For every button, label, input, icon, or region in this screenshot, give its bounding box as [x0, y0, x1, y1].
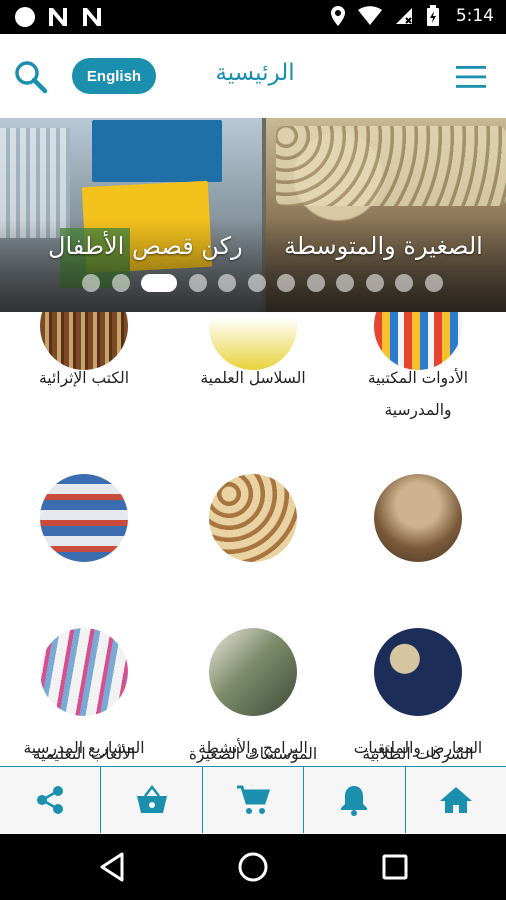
status-bar: 5:14 — [0, 0, 506, 34]
back-triangle-icon — [100, 852, 124, 882]
category-item-school-projects[interactable]: المشاريع المدرسية — [0, 628, 168, 766]
carousel-dot[interactable] — [218, 274, 236, 292]
page-title: الرئيسية — [215, 60, 295, 86]
category-thumbnail — [374, 474, 462, 562]
no-sim-icon — [395, 8, 412, 24]
category-thumbnail — [40, 628, 128, 716]
system-back-button[interactable] — [96, 850, 130, 884]
n-notification-icon — [49, 8, 67, 26]
category-item-student-companies[interactable]: الشركات الطلابية — [334, 474, 502, 763]
category-label: المعارض والملتقيات — [353, 739, 483, 757]
carousel-caption: ركن قصص الأطفال — [48, 232, 243, 260]
category-item-enrichment-books[interactable]: الكتب الإثرائية — [0, 312, 168, 422]
category-label: الكتب الإثرائية — [38, 369, 130, 387]
wifi-icon — [357, 6, 382, 25]
search-icon — [15, 61, 48, 94]
carousel-dot[interactable] — [306, 274, 325, 292]
carousel-dot[interactable] — [336, 274, 354, 292]
category-thumbnail — [209, 628, 297, 716]
category-item-science-series[interactable]: السلاسل العلمية — [169, 312, 337, 422]
status-time: 5:14 — [455, 6, 494, 26]
cart-button[interactable] — [203, 767, 305, 833]
banner-carousel[interactable]: ركن قصص الأطفال الصغيرة والمتوسطة — [0, 118, 506, 312]
system-navigation-bar — [0, 834, 506, 900]
category-thumbnail — [40, 474, 128, 562]
category-label: السلاسل العلمية — [200, 369, 306, 387]
slide-image-book — [92, 120, 222, 182]
recents-square-icon — [382, 854, 408, 880]
battery-charging-icon — [426, 5, 439, 26]
bottom-navigation — [0, 766, 506, 834]
category-thumbnail — [209, 474, 297, 562]
carousel-dot[interactable] — [188, 274, 207, 292]
category-item-programs-activities[interactable]: البرامج والأنشطة — [169, 628, 337, 766]
bell-icon — [341, 786, 368, 816]
carousel-dot[interactable] — [277, 274, 295, 292]
carousel-dot[interactable] — [141, 274, 177, 292]
language-toggle-button[interactable]: English — [72, 58, 156, 94]
carousel-pagination — [82, 273, 454, 293]
share-icon — [37, 786, 64, 814]
carousel-caption: الصغيرة والمتوسطة — [284, 232, 483, 260]
carousel-dot[interactable] — [395, 274, 413, 292]
category-label: البرامج والأنشطة — [198, 739, 308, 757]
home-icon — [439, 787, 472, 813]
category-label: المشاريع المدرسية — [23, 739, 145, 757]
category-item-exhibitions[interactable]: المعارض والملتقيات — [334, 628, 502, 766]
category-item-small-enterprises[interactable]: المؤسسات الصغيرة — [169, 474, 337, 763]
circle-notification-icon — [15, 7, 35, 27]
share-button[interactable] — [0, 767, 102, 833]
cart-icon — [237, 785, 271, 814]
carousel-dot[interactable] — [111, 274, 130, 292]
carousel-dot[interactable] — [247, 274, 266, 292]
notifications-button[interactable] — [304, 767, 406, 833]
basket-icon — [136, 784, 167, 813]
location-icon — [330, 6, 345, 26]
category-grid: الأدوات المكتبية والمدرسية السلاسل العلم… — [0, 312, 506, 766]
carousel-dot[interactable] — [365, 274, 384, 292]
category-item-educational-games[interactable]: الألعاب التعليمية — [0, 474, 168, 763]
carousel-dot[interactable] — [424, 274, 443, 292]
search-button[interactable] — [12, 58, 50, 96]
carousel-dot[interactable] — [82, 274, 100, 292]
basket-button[interactable] — [101, 767, 203, 833]
system-recents-button[interactable] — [378, 850, 412, 884]
category-label: الأدوات المكتبية والمدرسية — [367, 369, 469, 419]
hamburger-menu-icon — [456, 66, 486, 88]
status-system: 5:14 — [330, 5, 494, 27]
menu-button[interactable] — [454, 64, 488, 90]
category-thumbnail — [374, 628, 462, 716]
n-notification-icon — [83, 8, 101, 26]
app-bar: English الرئيسية — [0, 34, 506, 118]
home-circle-icon — [238, 852, 268, 882]
category-item-stationery[interactable]: الأدوات المكتبية والمدرسية — [334, 312, 502, 452]
slide-image-sweets-tray — [276, 126, 506, 206]
home-button[interactable] — [406, 767, 506, 833]
status-notifications — [14, 6, 104, 28]
system-home-button[interactable] — [236, 850, 270, 884]
